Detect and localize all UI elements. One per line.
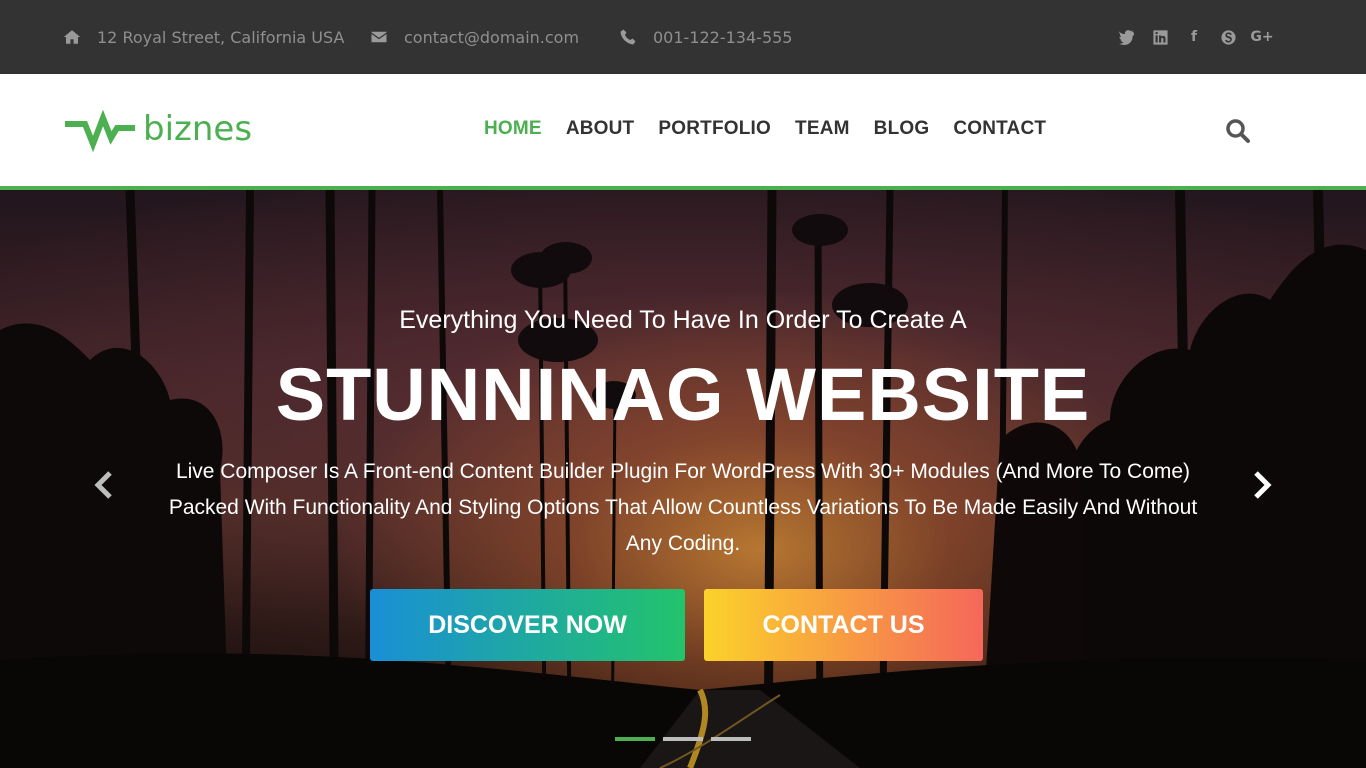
contact-us-button[interactable]: CONTACT US xyxy=(704,589,983,661)
top-bar: 12 Royal Street, California USA contact@… xyxy=(0,0,1366,74)
hero-description: Live Composer Is A Front-end Content Bui… xyxy=(168,460,1198,555)
nav-home[interactable]: HOME xyxy=(484,118,542,140)
phone-text[interactable]: 001-122-134-555 xyxy=(653,28,792,47)
phone-info[interactable]: 001-122-134-555 xyxy=(619,24,792,50)
home-icon xyxy=(63,30,81,44)
social-links: f G+ xyxy=(1102,24,1274,50)
logo[interactable]: biznes xyxy=(63,106,252,152)
logo-pulse-icon xyxy=(65,109,135,152)
nav-about[interactable]: ABOUT xyxy=(566,118,635,140)
nav-blog[interactable]: BLOG xyxy=(874,118,930,140)
hero-pretitle: Everything You Need To Have In Order To … xyxy=(399,306,967,334)
envelope-icon xyxy=(371,31,387,43)
twitter-icon[interactable] xyxy=(1116,27,1136,47)
nav-team[interactable]: TEAM xyxy=(795,118,850,140)
address-text: 12 Royal Street, California USA xyxy=(97,27,345,47)
nav-portfolio[interactable]: PORTFOLIO xyxy=(658,118,771,140)
logo-text: biznes xyxy=(143,109,253,149)
discover-now-button[interactable]: DISCOVER NOW xyxy=(370,589,685,661)
nav-contact[interactable]: CONTACT xyxy=(953,118,1046,140)
slider-pagination xyxy=(615,737,759,741)
slide-dot-2[interactable] xyxy=(663,737,703,741)
hero-title: STUNNINAG WEBSITE xyxy=(275,353,1091,436)
facebook-icon[interactable]: f xyxy=(1184,27,1204,47)
email-info[interactable]: contact@domain.com xyxy=(370,24,579,50)
address-info: 12 Royal Street, California USA xyxy=(63,24,344,50)
google-plus-icon[interactable]: G+ xyxy=(1250,27,1273,47)
email-text[interactable]: contact@domain.com xyxy=(404,28,579,47)
search-icon[interactable] xyxy=(1225,118,1251,144)
chevron-right-icon[interactable] xyxy=(1252,470,1274,500)
slide-dot-1[interactable] xyxy=(615,737,655,741)
chevron-left-icon[interactable] xyxy=(92,470,114,500)
slide-dot-3[interactable] xyxy=(711,737,751,741)
linkedin-icon[interactable] xyxy=(1150,27,1170,47)
main-nav: HOME ABOUT PORTFOLIO TEAM BLOG CONTACT xyxy=(484,118,1070,140)
skype-icon[interactable] xyxy=(1218,27,1238,47)
site-header: biznes HOME ABOUT PORTFOLIO TEAM BLOG CO… xyxy=(0,74,1366,186)
phone-icon xyxy=(620,29,636,45)
hero-slider: Everything You Need To Have In Order To … xyxy=(0,190,1366,768)
